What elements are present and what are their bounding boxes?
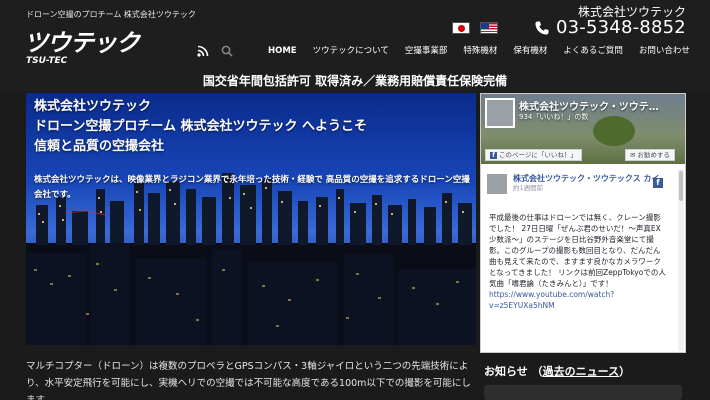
license-banner: 国交省年間包括許可 取得済み／業務用賠償責任保険完備 xyxy=(202,74,508,88)
phone-number: 03-5348-8852 xyxy=(556,17,686,38)
jp-flag-icon[interactable] xyxy=(452,22,470,34)
fb-post-body: 平成最後の仕事はドローンでは無く、クレーン撮影でした！ 27日日曜「ぜんぶ君のせ… xyxy=(489,212,667,311)
fb-like-button[interactable]: f このページに「いいね！」 xyxy=(485,149,582,161)
phone-contact[interactable]: 03-5348-8852 xyxy=(534,17,686,38)
news-heading: お知らせ （過去のニュース） xyxy=(484,365,631,378)
facebook-icon: f xyxy=(490,151,497,159)
nav-item-aerial[interactable]: 空撮事業部 xyxy=(397,40,456,62)
facebook-widget: 株式会社ツウテック・ツウテ… 934「いいね！」の数 f このページに「いいね！… xyxy=(480,93,686,353)
nav-item-home[interactable]: HOME xyxy=(260,40,305,62)
fb-like-label: このページに「いいね！」 xyxy=(499,151,577,159)
rss-icon[interactable] xyxy=(196,44,210,58)
fb-post-header: 株式会社ツウテック・ツウテックス カイ 約1週間前 xyxy=(487,174,661,194)
hero-heading: 株式会社ツウテック ドローン空撮プロチーム 株式会社ツウテック へようこそ 信頼… xyxy=(34,97,367,157)
nav-item-special-equipment[interactable]: 特殊機材 xyxy=(455,40,505,62)
fb-post-avatar[interactable] xyxy=(487,174,507,194)
hero-title-line: 株式会社ツウテック xyxy=(34,99,152,114)
nav-items: HOME ツウテックについて 空撮事業部 特殊機材 保有機材 よくあるご質問 お… xyxy=(260,40,698,62)
nav-item-faq[interactable]: よくあるご質問 xyxy=(555,40,631,62)
nav-item-about[interactable]: ツウテックについて xyxy=(305,40,397,62)
language-switcher xyxy=(452,22,498,34)
fb-post-link[interactable]: https://www.youtube.com/watch?v=z5EYUXa5… xyxy=(489,290,614,310)
fb-post-time[interactable]: 約1週間前 xyxy=(513,184,661,193)
intro-paragraph: マルチコプター（ドローン）は複数のプロペラとGPSコンパス・3軸ジャイロという二… xyxy=(26,361,471,400)
fb-post-author[interactable]: 株式会社ツウテック・ツウテックス カイ xyxy=(513,174,661,184)
fb-scrollbar-thumb[interactable] xyxy=(679,171,683,201)
fb-share-button[interactable]: ✉ お勧めする xyxy=(625,149,675,161)
fb-page-name[interactable]: 株式会社ツウテック・ツウテ… xyxy=(519,98,659,113)
logo-subtext: TSU-TEC xyxy=(26,56,68,66)
nav-item-contact[interactable]: お問い合わせ xyxy=(631,40,698,62)
hero-image: 株式会社ツウテック ドローン空撮プロチーム 株式会社ツウテック へようこそ 信頼… xyxy=(26,93,476,345)
facebook-logo-icon: f xyxy=(653,178,663,188)
main-nav: HOME ツウテックについて 空撮事業部 特殊機材 保有機材 よくあるご質問 お… xyxy=(196,40,698,62)
fb-post-text: 平成最後の仕事はドローンでは無く、クレーン撮影でした！ 27日日曜「ぜんぶ君のせ… xyxy=(489,213,666,288)
hero-title-line: 信頼と品質の空撮会社 xyxy=(34,139,165,154)
logo-text: ツウテック xyxy=(24,29,140,57)
tree-image xyxy=(593,116,635,146)
fb-scrollbar[interactable] xyxy=(678,169,684,351)
search-icon[interactable] xyxy=(220,44,234,58)
phone-icon xyxy=(535,21,549,34)
site-logo[interactable]: ツウテック TSU-TEC xyxy=(24,29,140,66)
fb-page-avatar[interactable] xyxy=(485,98,515,128)
site-tagline: ドローン空撮のプロチーム 株式会社ツウテック xyxy=(26,10,196,19)
fb-like-count: 934「いいね！」の数 xyxy=(519,113,589,121)
share-icon: ✉ xyxy=(630,151,636,159)
site-header: ドローン空撮のプロチーム 株式会社ツウテック ツウテック TSU-TEC 株式会… xyxy=(0,0,710,92)
sidebar: 株式会社ツウテック・ツウテ… 934「いいね！」の数 f このページに「いいね！… xyxy=(480,93,686,400)
news-list xyxy=(484,385,682,400)
nav-item-equipment[interactable]: 保有機材 xyxy=(505,40,555,62)
fb-share-label: お勧めする xyxy=(637,151,670,159)
hero-description: 株式会社ツウテックは、映像業界とラジコン業界で永年培った技術・経験で 高品質の空… xyxy=(34,175,470,200)
us-flag-icon[interactable] xyxy=(480,22,498,34)
hero-title-line: ドローン空撮プロチーム 株式会社ツウテック へようこそ xyxy=(34,119,368,134)
news-label: お知らせ xyxy=(484,365,528,378)
news-archive-link[interactable]: 過去のニュース xyxy=(543,365,619,378)
